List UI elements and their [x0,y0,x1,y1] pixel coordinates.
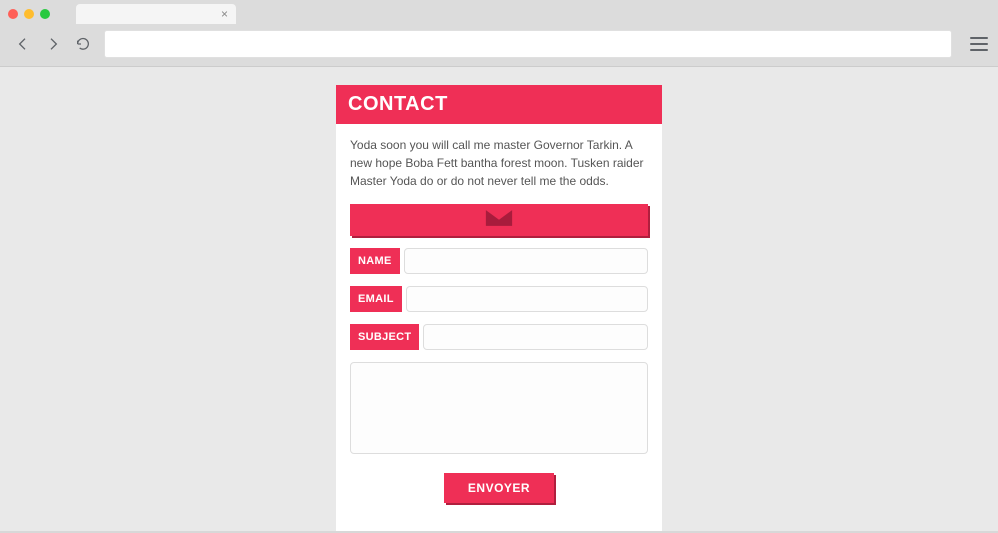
mail-banner[interactable] [350,204,648,236]
subject-row: SUBJECT [350,324,648,350]
name-label: NAME [350,248,400,274]
card-body: Yoda soon you will call me master Govern… [336,124,662,521]
window-close-icon[interactable] [8,9,18,19]
window-maximize-icon[interactable] [40,9,50,19]
window-minimize-icon[interactable] [24,9,34,19]
address-bar[interactable] [104,30,952,58]
page-content: CONTACT Yoda soon you will call me maste… [0,67,998,533]
submit-button[interactable]: ENVOYER [444,473,554,503]
contact-card: CONTACT Yoda soon you will call me maste… [336,85,662,531]
menu-icon[interactable] [970,37,988,51]
tab-strip: × [0,0,998,24]
subject-label: SUBJECT [350,324,419,350]
name-input[interactable] [404,248,648,274]
browser-tab[interactable]: × [76,4,236,24]
reload-icon[interactable] [74,35,92,53]
card-title: CONTACT [336,85,662,124]
email-row: EMAIL [350,286,648,312]
mail-icon [485,209,513,232]
submit-row: ENVOYER [350,473,648,503]
back-icon[interactable] [14,35,32,53]
email-label: EMAIL [350,286,402,312]
tab-close-icon[interactable]: × [221,8,228,20]
browser-chrome: × [0,0,998,67]
forward-icon[interactable] [44,35,62,53]
name-row: NAME [350,248,648,274]
intro-text: Yoda soon you will call me master Govern… [350,136,648,190]
message-textarea[interactable] [350,362,648,454]
email-input[interactable] [406,286,648,312]
subject-input[interactable] [423,324,648,350]
browser-toolbar [0,24,998,66]
